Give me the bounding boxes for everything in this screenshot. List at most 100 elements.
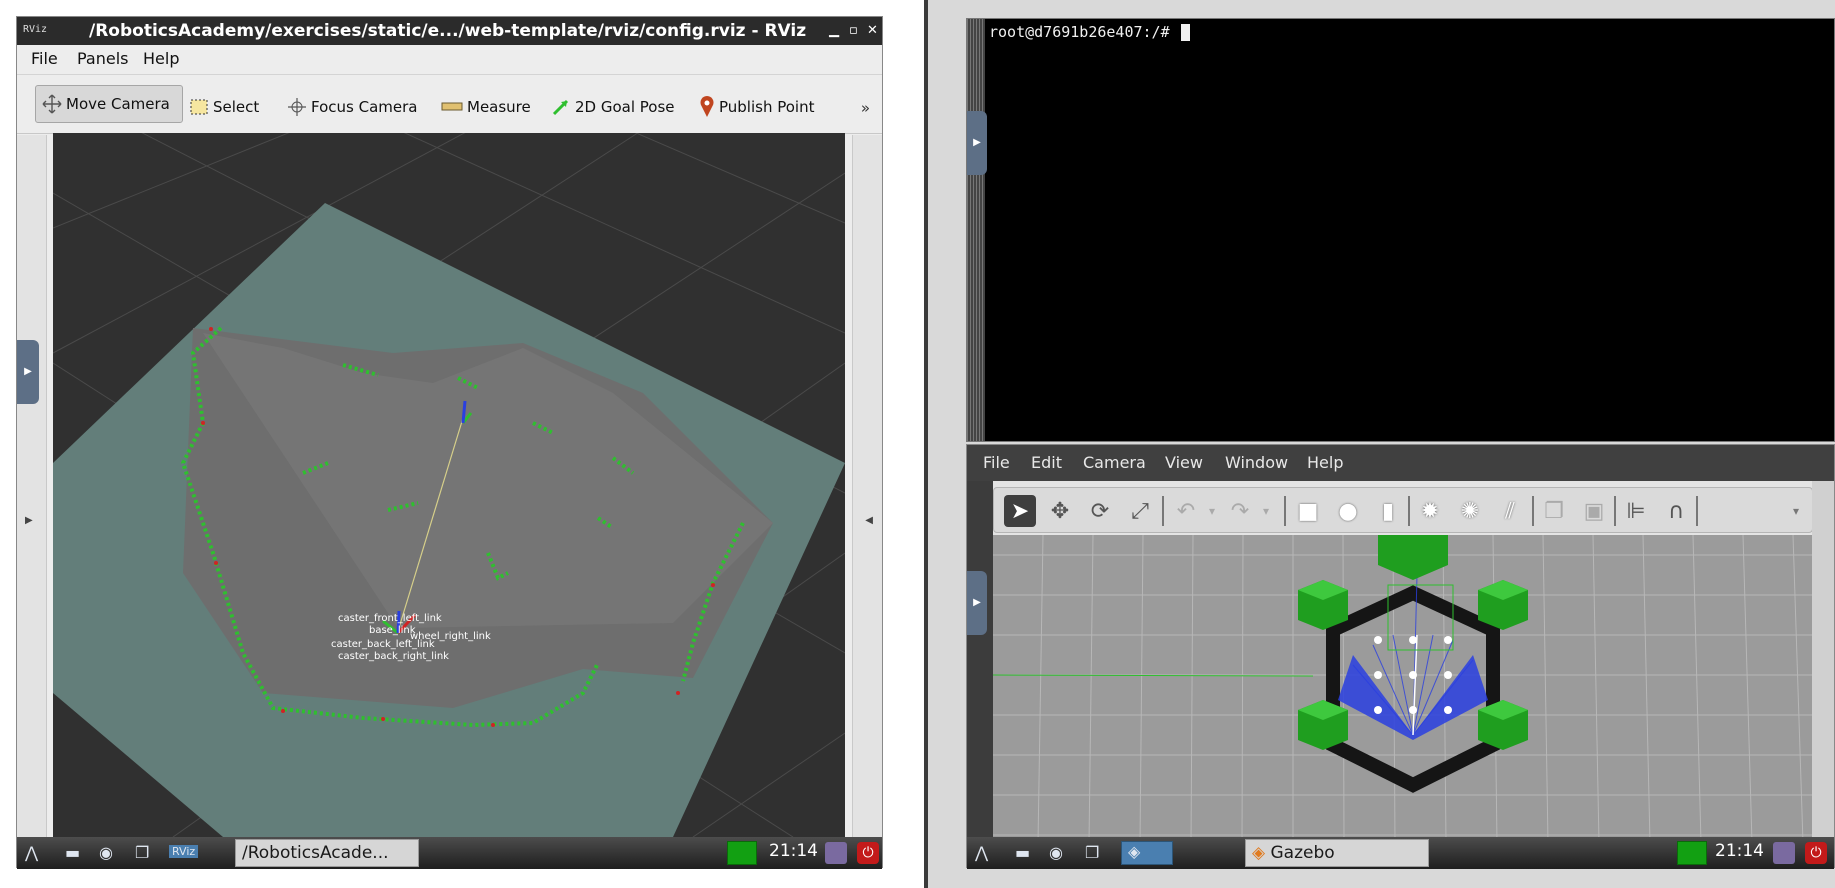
taskbar-left: ⋀ ▬ ◉ ❐ RViz /RoboticsAcade... 21:14 ⏻: [17, 837, 882, 869]
move-camera-tool[interactable]: Move Camera: [35, 85, 183, 123]
align-icon[interactable]: ⊫: [1620, 495, 1652, 527]
start-menu-icon[interactable]: ⋀: [975, 843, 988, 862]
publish-point-tool[interactable]: Publish Point: [699, 95, 814, 119]
gazebo-panel-handle[interactable]: ▶: [967, 571, 987, 635]
browser-icon[interactable]: ◉: [1049, 843, 1063, 862]
toolbar-overflow-icon[interactable]: »: [861, 99, 870, 117]
minimize-all-icon[interactable]: ▬: [1015, 843, 1030, 862]
left-collapse-icon[interactable]: ▶: [25, 515, 33, 526]
scale-icon[interactable]: ⤢: [1124, 495, 1156, 527]
snap-icon[interactable]: ∩: [1660, 495, 1692, 527]
sphere-icon[interactable]: ●: [1332, 495, 1364, 527]
gz-menu-help[interactable]: Help: [1307, 453, 1343, 472]
separator: [1696, 496, 1698, 526]
focus-camera-icon: [288, 98, 306, 116]
gz-menu-file[interactable]: File: [983, 453, 1010, 472]
gz-menu-camera[interactable]: Camera: [1083, 453, 1146, 472]
cylinder-icon[interactable]: ▮: [1372, 495, 1404, 527]
select-tool[interactable]: Select: [189, 95, 259, 119]
goal-pose-tool[interactable]: 2D Goal Pose: [551, 95, 675, 119]
gz-menu-view[interactable]: View: [1165, 453, 1203, 472]
taskbar-right: ⋀ ▬ ◉ ❐ ◈ ◈ Gazebo 21:14 ⏻: [967, 837, 1834, 869]
spot-light-icon[interactable]: ✺: [1454, 495, 1486, 527]
publish-point-label: Publish Point: [719, 98, 815, 116]
map-pin-icon: [700, 96, 714, 117]
translate-icon[interactable]: ✥: [1044, 495, 1076, 527]
power-icon[interactable]: ⏻: [1805, 842, 1827, 864]
windows-icon[interactable]: ❐: [135, 843, 149, 862]
separator: [1532, 496, 1534, 526]
power-icon[interactable]: ⏻: [857, 842, 879, 864]
right-collapse-icon[interactable]: ◀: [865, 515, 873, 526]
cpu-monitor: [1677, 841, 1707, 865]
move-camera-icon: [42, 94, 62, 114]
move-camera-label: Move Camera: [66, 95, 170, 113]
terminal-dock-handle[interactable]: ▶: [967, 111, 987, 175]
measure-icon: [441, 102, 463, 111]
gazebo-toolbar: ➤ ✥ ⟳ ⤢ ↶ ▾ ↷ ▾ ■ ● ▮ ✹ ✺ ⫽ ❐ ▣ ⊫ ∩ ▾: [993, 487, 1813, 533]
clock: 21:14: [769, 841, 818, 861]
rviz-titlebar[interactable]: RViz /RoboticsAcademy/exercises/static/e…: [17, 17, 882, 45]
task-gazebo[interactable]: ◈ Gazebo: [1245, 839, 1429, 867]
select-arrow-icon[interactable]: ➤: [1004, 495, 1036, 527]
left-dock: ▶ ▶: [17, 135, 47, 837]
cpu-monitor: [727, 841, 757, 865]
tf-label: caster_front_left_link: [338, 613, 442, 624]
separator: [1284, 496, 1286, 526]
measure-tool[interactable]: Measure: [441, 95, 531, 119]
menu-panels[interactable]: Panels: [77, 49, 129, 68]
redo-dropdown-icon[interactable]: ▾: [1250, 495, 1282, 527]
tf-label: caster_back_right_link: [338, 651, 449, 662]
minimize-icon[interactable]: ▁: [829, 23, 839, 38]
select-icon: [190, 99, 208, 115]
screen-icon[interactable]: [825, 842, 847, 864]
start-menu-icon[interactable]: ⋀: [25, 843, 38, 862]
menu-help[interactable]: Help: [143, 49, 179, 68]
point-light-icon[interactable]: ✹: [1414, 495, 1446, 527]
separator: [1162, 496, 1164, 526]
gazebo-launcher-icon[interactable]: ◈: [1121, 841, 1173, 865]
screen-icon[interactable]: [1773, 842, 1795, 864]
gz-menu-window[interactable]: Window: [1225, 453, 1288, 472]
gazebo-3d-view[interactable]: [993, 535, 1813, 843]
separator: [1614, 496, 1616, 526]
gazebo-left-panel: ▶: [967, 481, 993, 869]
right-dock: ◀: [852, 135, 882, 837]
menu-file[interactable]: File: [31, 49, 58, 68]
task-rviz[interactable]: /RoboticsAcade...: [235, 839, 419, 867]
goal-arrow-icon: [552, 99, 569, 116]
terminal-scrollbar[interactable]: [967, 19, 985, 441]
copy-icon[interactable]: ❐: [1538, 495, 1570, 527]
window-title: /RoboticsAcademy/exercises/static/e.../w…: [89, 21, 807, 41]
directional-light-icon[interactable]: ⫽: [1494, 495, 1526, 527]
minimize-all-icon[interactable]: ▬: [65, 843, 80, 862]
paste-icon[interactable]: ▣: [1578, 495, 1610, 527]
left-dock-handle[interactable]: ▶: [17, 340, 39, 404]
gazebo-right-panel: [1812, 481, 1834, 869]
rotate-icon[interactable]: ⟳: [1084, 495, 1116, 527]
focus-camera-tool[interactable]: Focus Camera: [287, 95, 417, 119]
gz-menu-edit[interactable]: Edit: [1031, 453, 1062, 472]
box-icon[interactable]: ■: [1292, 495, 1324, 527]
toolbar-dropdown-icon[interactable]: ▾: [1780, 495, 1812, 527]
gazebo-task-icon: ◈: [1252, 843, 1266, 863]
rviz-app-icon: RViz: [23, 24, 48, 35]
rviz-menubar: File Panels Help: [17, 45, 882, 71]
gazebo-window: File Edit Camera View Window Help ▶ ➤ ✥ …: [966, 444, 1835, 869]
clock: 21:14: [1715, 841, 1764, 861]
tf-label: base_link: [369, 625, 416, 636]
gazebo-menubar: File Edit Camera View Window Help: [967, 445, 1834, 481]
focus-camera-label: Focus Camera: [311, 98, 418, 116]
rviz-window: RViz /RoboticsAcademy/exercises/static/e…: [16, 16, 883, 869]
rviz-launcher-icon[interactable]: RViz: [169, 845, 199, 858]
select-label: Select: [213, 98, 260, 116]
rviz-3d-view[interactable]: caster_front_left_link base_link wheel_r…: [53, 133, 845, 837]
measure-label: Measure: [467, 98, 531, 116]
close-icon[interactable]: ✕: [867, 23, 878, 38]
goal-pose-label: 2D Goal Pose: [575, 98, 675, 116]
windows-icon[interactable]: ❐: [1085, 843, 1099, 862]
gz-grid: [993, 535, 1813, 843]
terminal-window[interactable]: ▶ root@d7691b26e407:/#: [966, 18, 1835, 442]
browser-icon[interactable]: ◉: [99, 843, 113, 862]
maximize-icon[interactable]: ▫: [849, 23, 858, 38]
